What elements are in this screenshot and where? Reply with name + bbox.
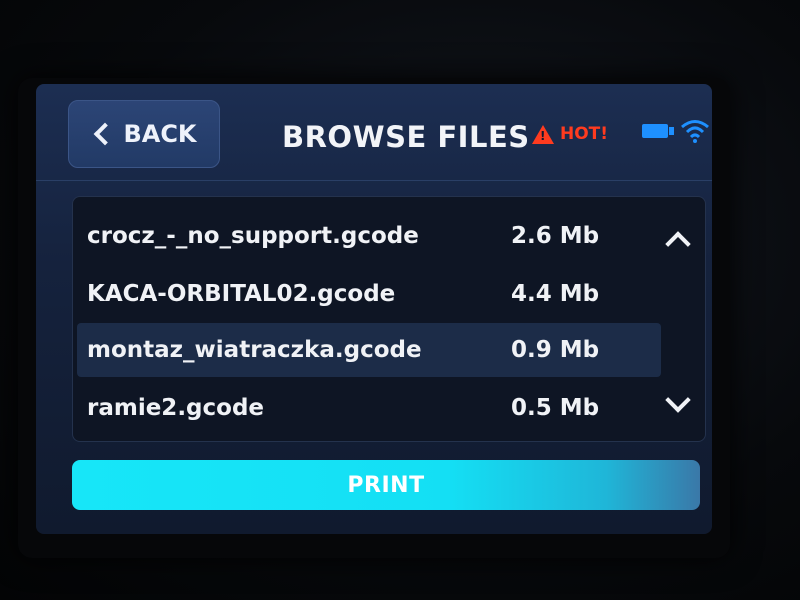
usb-drive-icon bbox=[642, 124, 674, 138]
file-name: crocz_-_no_support.gcode bbox=[87, 223, 419, 249]
file-row[interactable]: KACA-ORBITAL02.gcode 4.4 Mb bbox=[77, 267, 661, 321]
hot-warning: ! HOT! bbox=[532, 124, 608, 144]
wifi-icon bbox=[681, 120, 709, 143]
file-name: KACA-ORBITAL02.gcode bbox=[87, 281, 396, 307]
print-button[interactable]: PRINT bbox=[72, 460, 700, 510]
hot-warning-label: HOT! bbox=[560, 124, 609, 144]
chevron-up-icon[interactable] bbox=[665, 231, 691, 257]
file-row[interactable]: ramie2.gcode 0.5 Mb bbox=[77, 381, 661, 435]
header-divider bbox=[36, 180, 712, 181]
file-name: ramie2.gcode bbox=[87, 395, 265, 421]
file-name: montaz_wiatraczka.gcode bbox=[87, 337, 422, 363]
file-size: 0.5 Mb bbox=[511, 395, 600, 421]
file-size: 2.6 Mb bbox=[511, 223, 600, 249]
page-title: BROWSE FILES bbox=[282, 120, 530, 154]
chevron-down-icon[interactable] bbox=[665, 387, 691, 413]
file-list[interactable]: crocz_-_no_support.gcode 2.6 Mb KACA-ORB… bbox=[72, 196, 706, 442]
chevron-left-icon bbox=[94, 122, 117, 146]
file-row-selected[interactable]: montaz_wiatraczka.gcode 0.9 Mb bbox=[77, 323, 661, 377]
header-bar: BACK BROWSE FILES ! HOT! bbox=[36, 84, 712, 180]
file-size: 4.4 Mb bbox=[511, 281, 600, 307]
touch-screen: BACK BROWSE FILES ! HOT! crocz_-_no_supp… bbox=[36, 84, 712, 534]
warning-triangle-icon: ! bbox=[532, 124, 554, 144]
back-button-label: BACK bbox=[123, 120, 197, 148]
back-button[interactable]: BACK bbox=[68, 100, 220, 168]
file-size: 0.9 Mb bbox=[511, 337, 600, 363]
file-row[interactable]: crocz_-_no_support.gcode 2.6 Mb bbox=[77, 209, 661, 263]
